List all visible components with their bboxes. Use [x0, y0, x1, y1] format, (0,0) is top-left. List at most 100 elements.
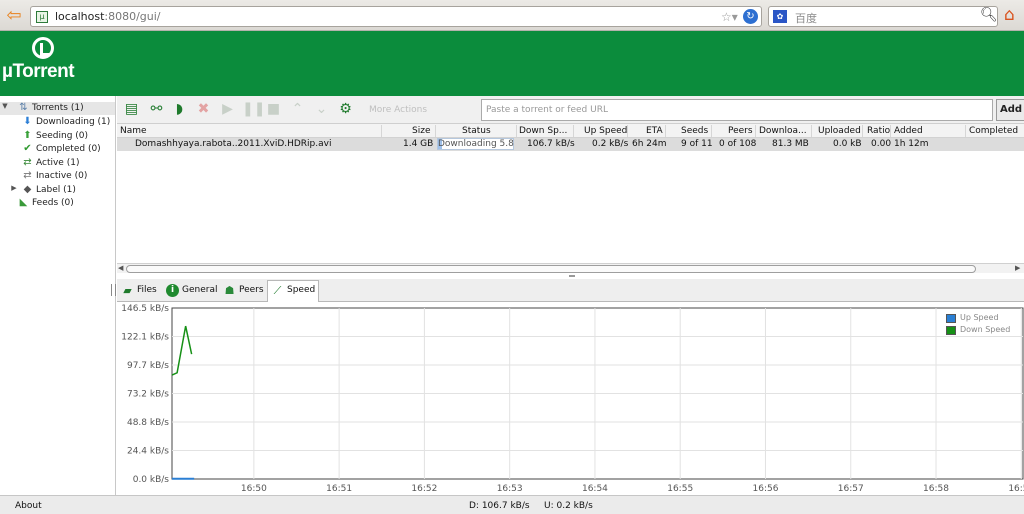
column-separator[interactable] [381, 125, 382, 137]
column-header-uploaded[interactable]: Uploaded [818, 126, 861, 136]
stop-icon[interactable]: ■ [265, 101, 282, 118]
sidebar-resize-grip[interactable] [111, 284, 116, 296]
address-bar[interactable]: µ localhost:8080/gui/ ☆▾ ↻ [30, 6, 762, 27]
x-tick-label: 16:52 [411, 484, 437, 494]
more-actions-button[interactable]: More Actions [369, 105, 427, 115]
arrow-down-icon: ⬇ [23, 116, 32, 127]
speed-graph: 146.5 kB/s 122.1 kB/s 97.7 kB/s 73.2 kB/s 48… [117, 302, 1024, 495]
tab-files[interactable]: ▰ Files [121, 281, 161, 301]
column-header-added[interactable]: Added [894, 126, 923, 136]
y-tick-label: 97.7 kB/s [127, 361, 169, 371]
column-header-seeds[interactable]: Seeds [681, 126, 708, 136]
y-tick-label: 146.5 kB/s [121, 304, 169, 314]
move-down-icon[interactable]: ⌄ [313, 101, 330, 118]
torrent-down-speed: 106.7 kB/s [527, 139, 575, 149]
move-up-icon[interactable]: ⌃ [289, 101, 306, 118]
column-separator[interactable] [755, 125, 756, 137]
speed-chart: 146.5 kB/s 122.1 kB/s 97.7 kB/s 73.2 kB/s 48… [121, 304, 1024, 494]
x-tick-label: 16:57 [838, 484, 864, 494]
column-header-size[interactable]: Size [412, 126, 430, 136]
app-header: µTorrent [0, 31, 1024, 96]
inactive-icon: ⇄ [23, 170, 32, 181]
column-header-peers[interactable]: Peers [728, 126, 753, 136]
column-separator[interactable] [516, 125, 517, 137]
add-button[interactable]: Add [996, 99, 1024, 121]
table-row[interactable]: Domashhyaya.rabota..2011.XviD.HDRip.avi … [117, 138, 1024, 151]
column-separator[interactable] [965, 125, 966, 137]
add-torrent-icon[interactable]: ▤ [123, 101, 140, 118]
torrent-url-input[interactable]: Paste a torrent or feed URL [481, 99, 993, 121]
column-separator[interactable] [627, 125, 628, 137]
torrent-peers: 0 of 108 [719, 139, 757, 149]
column-header-ratio[interactable]: Ratio [867, 126, 890, 136]
rss-icon: ◣ [19, 197, 28, 208]
y-tick-label: 0.0 kB/s [133, 475, 170, 485]
expand-triangle-icon[interactable]: ▶ [9, 184, 19, 192]
settings-gear-icon[interactable]: ⚙ [337, 101, 354, 118]
scroll-left-icon[interactable]: ◀ [118, 264, 123, 272]
label-icon: ◆ [23, 184, 32, 195]
baidu-paw-icon[interactable]: ✿ [773, 10, 787, 23]
column-header-down-speed[interactable]: Down Sp... [519, 126, 567, 136]
column-header-downloaded[interactable]: Downloa... [759, 126, 807, 136]
y-tick-label: 24.4 kB/s [127, 447, 169, 457]
about-link[interactable]: About [15, 501, 42, 511]
x-tick-label: 16:54 [582, 484, 608, 494]
back-arrow-icon[interactable]: ⇦ [4, 6, 24, 26]
horizontal-scrollbar[interactable]: ◀ ▶ [117, 263, 1024, 273]
status-bar: About D: 106.7 kB/s U: 0.2 kB/s [0, 495, 1024, 514]
column-separator[interactable] [711, 125, 712, 137]
torrent-size: 1.4 GB [403, 139, 434, 149]
tab-general[interactable]: i General [166, 281, 218, 301]
remove-icon[interactable]: ✖ [195, 101, 212, 118]
sidebar-item-torrents[interactable]: ▼ ⇅ Torrents (1) [0, 102, 115, 115]
total-up-speed: U: 0.2 kB/s [544, 501, 593, 511]
peers-icon: ☗ [224, 284, 235, 297]
utorrent-logo-icon [32, 37, 54, 59]
pause-icon[interactable]: ❚❚ [242, 101, 265, 118]
add-torrent-url-icon[interactable]: ⚯ [148, 101, 165, 118]
column-header-status[interactable]: Status [462, 126, 491, 136]
column-header-up-speed[interactable]: Up Speed [584, 126, 627, 136]
y-tick-label: 48.8 kB/s [127, 418, 169, 428]
column-separator[interactable] [811, 125, 812, 137]
detail-tabs: ▰ Files i General ☗ Peers ⟋ Speed [117, 279, 1024, 303]
column-header-completed[interactable]: Completed [969, 126, 1018, 136]
search-icon[interactable]: 🔍︎ [980, 7, 998, 23]
torrent-up-speed: 0.2 kB/s [592, 139, 629, 149]
url-text: localhost:8080/gui/ [55, 10, 161, 23]
scrollbar-thumb[interactable] [126, 265, 976, 273]
torrent-eta: 6h 24m [632, 139, 667, 149]
column-separator[interactable] [435, 125, 436, 137]
site-favicon-icon: µ [36, 11, 48, 23]
add-rss-feed-icon[interactable]: ◗ [171, 101, 188, 118]
category-sidebar: ▼ ⇅ Torrents (1) ⬇ Downloading (1) ⬆ See… [0, 96, 116, 495]
home-icon[interactable]: ⌂ [1004, 5, 1015, 25]
torrent-downloaded: 81.3 MB [772, 139, 809, 149]
torrent-added: 1h 12m [894, 139, 929, 149]
torrent-ratio: 0.00 [871, 139, 892, 149]
legend-swatch [946, 326, 956, 335]
tab-speed[interactable]: ⟋ Speed [267, 280, 319, 303]
start-icon[interactable]: ▶ [219, 101, 236, 118]
column-separator[interactable] [665, 125, 666, 137]
pane-resize-grip[interactable] [569, 275, 575, 277]
files-icon: ▰ [123, 284, 132, 297]
reload-icon[interactable]: ↻ [743, 9, 758, 24]
torrent-name: Domashhyaya.rabota..2011.XviD.HDRip.avi [135, 139, 332, 149]
x-tick-label: 16:59 [1008, 484, 1024, 494]
column-separator[interactable] [862, 125, 863, 137]
torrent-list: Name Size Status Down Sp... Up Speed ETA… [117, 124, 1024, 277]
torrent-status: Downloading 5.8% [438, 139, 514, 149]
collapse-triangle-icon[interactable]: ▼ [0, 102, 10, 110]
column-header-eta[interactable]: ETA [646, 126, 663, 136]
column-header-name[interactable]: Name [120, 126, 147, 136]
tab-peers[interactable]: ☗ Peers [223, 281, 267, 301]
column-separator[interactable] [573, 125, 574, 137]
column-separator[interactable] [890, 125, 891, 137]
bookmark-star-icon[interactable]: ☆▾ [721, 10, 738, 24]
scroll-right-icon[interactable]: ▶ [1015, 264, 1020, 272]
search-bar[interactable]: ✿ 百度 [768, 6, 998, 27]
utorrent-logo: µTorrent [2, 35, 112, 87]
list-header: Name Size Status Down Sp... Up Speed ETA… [117, 124, 1024, 138]
